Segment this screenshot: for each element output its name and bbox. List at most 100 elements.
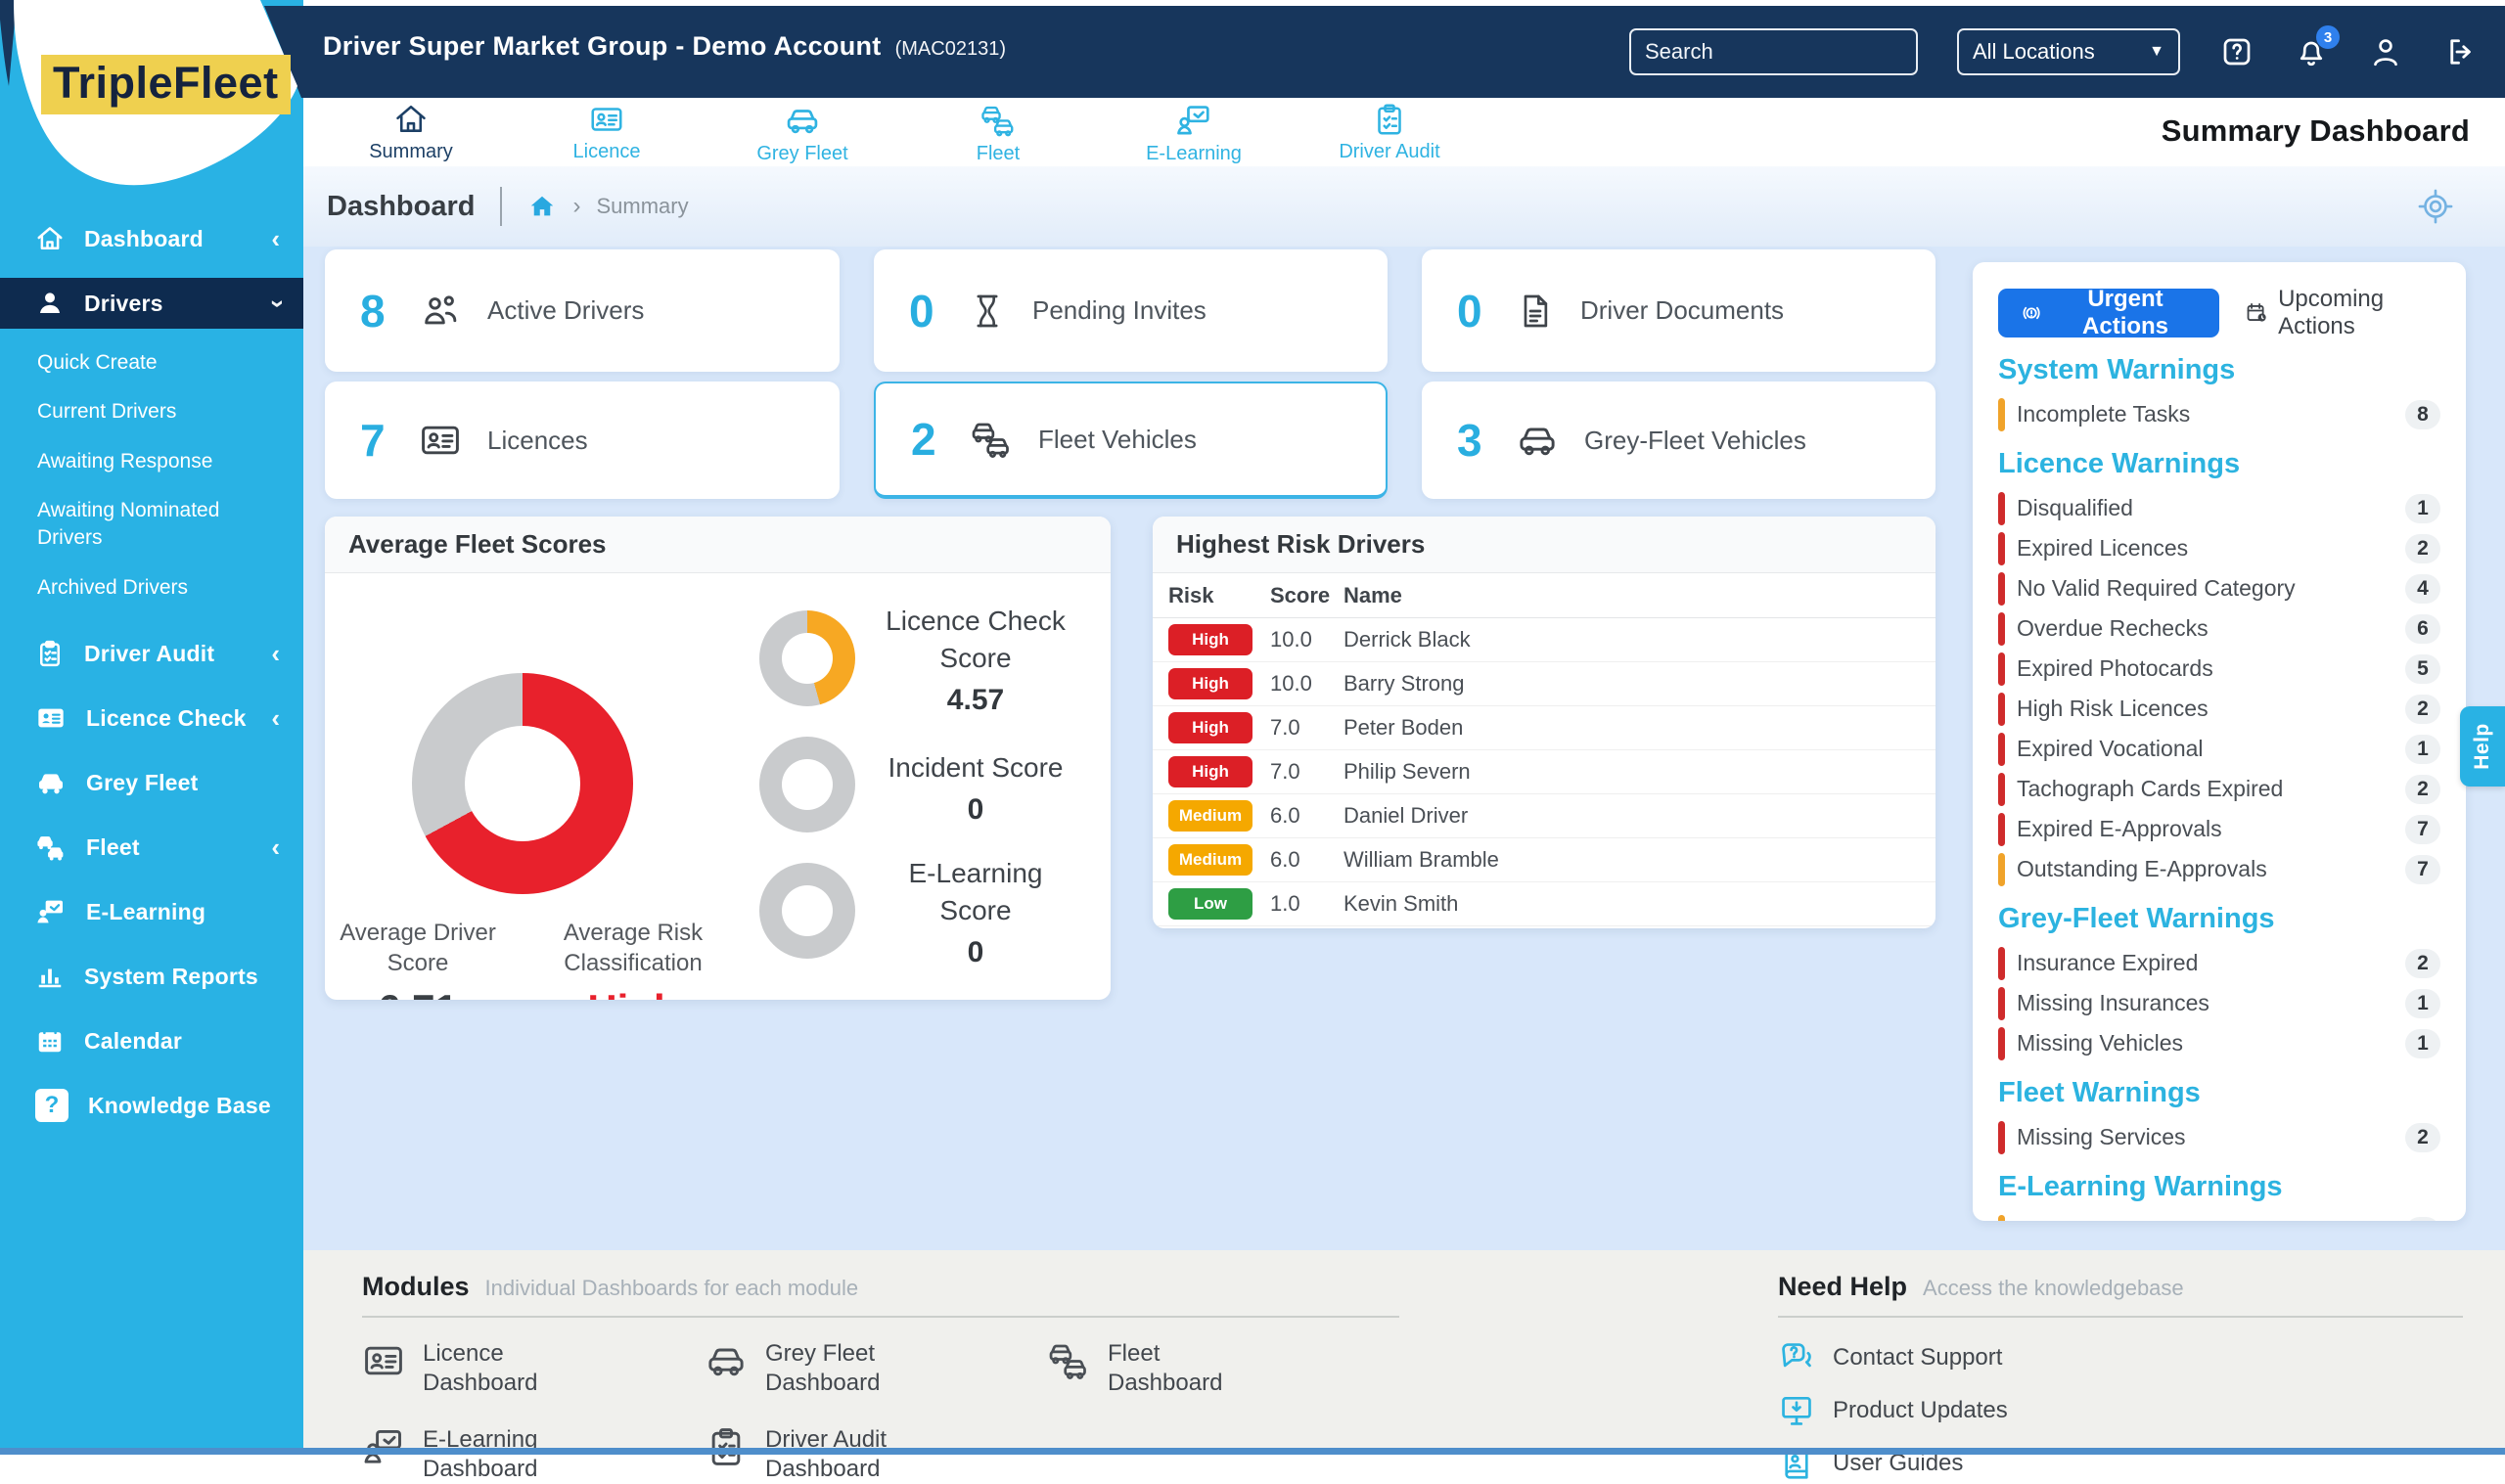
warning-row[interactable]: Expired Photocards 5 — [1998, 649, 2440, 689]
id-card-icon — [365, 1346, 402, 1375]
table-row[interactable]: High 10.0 Barry Strong — [1153, 662, 1936, 706]
warning-row[interactable]: High Risk Licences 2 — [1998, 689, 2440, 729]
warning-row[interactable]: Expired Licences 2 — [1998, 528, 2440, 568]
urgent-actions-tab[interactable]: Urgent Actions — [1998, 286, 2219, 339]
warning-row[interactable]: Tachograph Cards Expired 2 — [1998, 769, 2440, 809]
actions-panel: Urgent Actions Upcoming Actions System W… — [1973, 262, 2466, 1221]
table-row[interactable]: Medium 6.0 William Bramble — [1153, 838, 1936, 882]
warning-row[interactable]: Expired Vocational 1 — [1998, 729, 2440, 769]
help-side-tab[interactable]: Help — [2460, 706, 2505, 787]
home-icon[interactable] — [527, 192, 557, 221]
upcoming-actions-tab[interactable]: Upcoming Actions — [2245, 286, 2440, 340]
warning-label: Outstanding E-Approvals — [2017, 856, 2267, 881]
risk-score: 6.0 — [1270, 803, 1300, 828]
column-score: Score — [1270, 582, 1331, 607]
tab-driver-audit[interactable]: Driver Audit — [1292, 98, 1487, 163]
warning-row[interactable]: Missing Services 2 — [1998, 1117, 2440, 1157]
module-link-fleet-dashboard[interactable]: Fleet Dashboard — [1047, 1339, 1389, 1398]
sidebar-subitem[interactable]: Awaiting Nominated Drivers — [0, 486, 284, 563]
stat-card-active-drivers[interactable]: 8 Active Drivers — [325, 249, 840, 372]
severity-bar — [1998, 571, 2005, 606]
module-link-licence-dashboard[interactable]: Licence Dashboard — [362, 1339, 705, 1398]
warning-count: 7 — [2405, 814, 2440, 844]
account-name: Driver Super Market Group - Demo Account — [323, 31, 882, 61]
module-link-driver-audit-dashboard[interactable]: Driver Audit Dashboard — [705, 1425, 1047, 1484]
stat-card-fleet-vehicles[interactable]: 2 Fleet Vehicles — [874, 382, 1388, 499]
notifications-button[interactable]: 3 — [2294, 25, 2340, 69]
divider — [1778, 1316, 2463, 1318]
warning-row[interactable]: Missing Insurances 1 — [1998, 983, 2440, 1023]
sidebar-item-licence-check[interactable]: Licence Check ‹ — [0, 693, 303, 743]
sidebar-item-grey-fleet[interactable]: Grey Fleet — [0, 757, 303, 808]
sidebar-subitem[interactable]: Archived Drivers — [0, 563, 284, 612]
link-contact-support[interactable]: Contact Support — [1778, 1339, 2463, 1376]
sidebar-subitem[interactable]: Current Drivers — [0, 387, 284, 436]
average-driver-score-donut — [412, 673, 633, 894]
tab-licence[interactable]: Licence — [509, 98, 705, 163]
tab-grey-fleet[interactable]: Grey Fleet — [705, 98, 900, 165]
module-link-grey-fleet-dashboard[interactable]: Grey Fleet Dashboard — [705, 1339, 1047, 1398]
panel-title: Highest Risk Drivers — [1176, 529, 1426, 559]
stat-card-grey-fleet-vehicles[interactable]: 3 Grey-Fleet Vehicles — [1422, 382, 1936, 499]
warning-row[interactable]: Overdue Rechecks 6 — [1998, 608, 2440, 649]
warning-row[interactable]: E-Learning Not Started 1 — [1998, 1211, 2440, 1221]
tab-summary[interactable]: Summary — [313, 98, 509, 163]
stat-card-driver-documents[interactable]: 0 Driver Documents — [1422, 249, 1936, 372]
warning-count: 5 — [2405, 653, 2440, 684]
table-row[interactable]: High 7.0 Philip Severn — [1153, 750, 1936, 794]
warning-row[interactable]: Incomplete Tasks 8 — [1998, 394, 2440, 434]
warning-row[interactable]: Expired E-Approvals 7 — [1998, 809, 2440, 849]
stat-card-licences[interactable]: 7 Licences — [325, 382, 840, 499]
risk-score: 10.0 — [1270, 627, 1312, 652]
severity-bar — [1998, 1214, 2005, 1221]
sidebar-item-knowledge-base[interactable]: ? Knowledge Base — [0, 1080, 303, 1131]
score-label: Licence Check Score — [886, 606, 1066, 673]
warning-row[interactable]: Disqualified 1 — [1998, 488, 2440, 528]
stat-card-pending-invites[interactable]: 0 Pending Invites — [874, 249, 1388, 372]
table-row[interactable]: Low 1.0 Kevin Smith — [1153, 882, 1936, 926]
help-button[interactable] — [2219, 34, 2254, 69]
tab-elearning[interactable]: E-Learning — [1096, 98, 1292, 165]
warning-row[interactable]: Outstanding E-Approvals 7 — [1998, 849, 2440, 889]
sidebar-subitem[interactable]: Awaiting Response — [0, 437, 284, 486]
warnings-list: E-Learning Not Started 1 — [1998, 1211, 2440, 1221]
warning-row[interactable]: Missing Vehicles 1 — [1998, 1023, 2440, 1063]
link-product-updates[interactable]: Product Updates — [1778, 1392, 2463, 1429]
tab-label: Fleet — [976, 143, 1021, 164]
brand-logo[interactable]: TripleFleet — [41, 55, 291, 114]
warning-row[interactable]: Insurance Expired 2 — [1998, 943, 2440, 983]
score-label: Average Risk Classification — [563, 920, 704, 977]
search-input[interactable] — [1645, 39, 1927, 65]
sidebar-item-fleet[interactable]: Fleet ‹ — [0, 822, 303, 873]
warning-count: 2 — [2405, 774, 2440, 804]
table-row[interactable]: High 7.0 Peter Boden — [1153, 706, 1936, 750]
stat-value: 3 — [1457, 415, 1482, 466]
table-row[interactable]: High 10.0 Derrick Black — [1153, 618, 1936, 662]
location-selector[interactable]: All Locations ▼ — [1957, 28, 2180, 75]
stat-value: 0 — [909, 285, 934, 337]
tab-fleet[interactable]: Fleet — [900, 98, 1096, 165]
warning-label: No Valid Required Category — [2017, 575, 2296, 601]
module-link-elearning-dashboard[interactable]: E-Learning Dashboard — [362, 1425, 705, 1484]
warning-label: E-Learning Not Started — [2017, 1218, 2405, 1221]
logout-button[interactable] — [2442, 34, 2478, 69]
sidebar-item-system-reports[interactable]: System Reports — [0, 951, 303, 1002]
cars-icon — [37, 836, 64, 861]
settings-gear-icon[interactable] — [2415, 186, 2456, 227]
sidebar-item-elearning[interactable]: E-Learning — [0, 886, 303, 937]
divider — [500, 187, 503, 226]
sidebar-item-dashboard[interactable]: Dashboard ‹ — [0, 213, 303, 264]
tab-label: E-Learning — [1146, 143, 1242, 164]
profile-button[interactable] — [2368, 34, 2403, 69]
sidebar-item-calendar[interactable]: Calendar — [0, 1015, 303, 1066]
warning-row[interactable]: No Valid Required Category 4 — [1998, 568, 2440, 608]
sidebar-item-drivers[interactable]: Drivers ‹ — [0, 278, 303, 329]
sidebar-item-label: E-Learning — [86, 898, 206, 924]
risk-badge: Low — [1168, 888, 1252, 920]
sidebar-item-label: Grey Fleet — [86, 769, 199, 795]
sidebar-subitem[interactable]: Quick Create — [0, 338, 284, 387]
sidebar-item-driver-audit[interactable]: Driver Audit ‹ — [0, 628, 303, 679]
section-heading: E-Learning Warnings — [1998, 1171, 2283, 1202]
table-row[interactable]: Medium 6.0 Daniel Driver — [1153, 794, 1936, 838]
sidebar: Dashboard ‹ Drivers ‹ Quick Create Curre… — [0, 0, 303, 1455]
